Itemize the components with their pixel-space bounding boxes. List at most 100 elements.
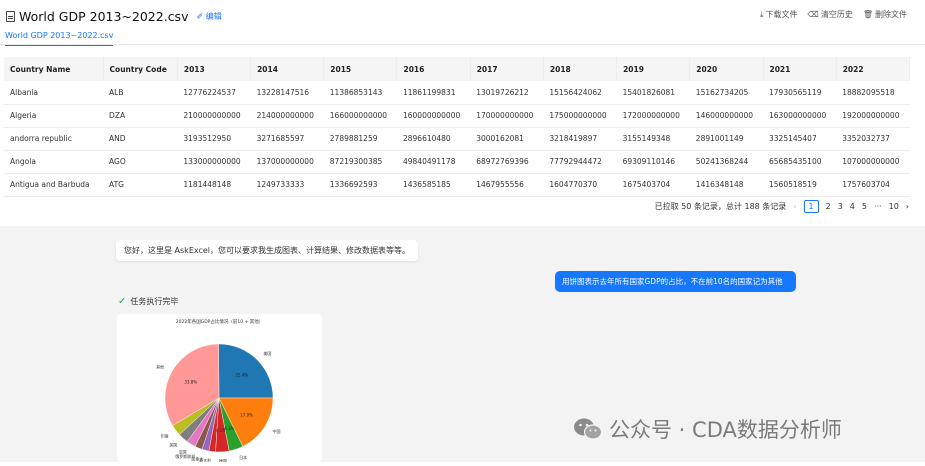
table-cell: 1675403704 (616, 173, 690, 197)
file-title-bar: World GDP 2013~2022.csv ✐ 编辑 (6, 8, 222, 24)
column-header[interactable]: Country Code (103, 57, 178, 81)
download-button[interactable]: ⤓ 下载文件 (760, 9, 798, 20)
table-cell: 15156424062 (543, 81, 617, 105)
column-header[interactable]: 2013 (177, 57, 252, 81)
table-cell: AGO (103, 150, 178, 174)
table-cell: 12776224537 (177, 81, 251, 105)
table-row[interactable]: Angola AGO 133000000000 137000000000 8721930… (4, 150, 910, 174)
table-cell: DZA (103, 104, 178, 128)
user-message: 用饼图表示去年所有国家GDP的占比，不在前10名的国家记为其他 (555, 271, 796, 292)
table-cell: 17930565119 (763, 81, 837, 105)
table-cell: 1467955556 (470, 173, 544, 197)
table-row[interactable]: Antigua and Barbuda ATG 1181448148 12497333… (4, 173, 910, 197)
table-cell: 175000000000 (543, 104, 617, 128)
prev-page-button[interactable]: ‹ (793, 202, 796, 211)
table-cell: 13019726212 (470, 81, 544, 105)
table-cell: 77792944472 (543, 150, 617, 174)
table-cell: ALB (103, 81, 178, 105)
page-ellipsis[interactable]: ··· (874, 202, 882, 211)
data-table: Country Name Country Code 2013 2014 2015 2016… (4, 57, 911, 197)
task-status-label: 任务执行完毕 (130, 297, 179, 306)
slice-percent-label: 25.4% (235, 373, 248, 378)
task-status: ✓ 任务执行完毕 (118, 296, 178, 307)
table-cell: 2789881259 (323, 127, 397, 151)
wechat-icon (574, 418, 603, 440)
slice-label: 日本 (239, 454, 247, 460)
page-5-button[interactable]: 5 (862, 202, 867, 211)
table-cell: 214000000000 (250, 104, 324, 128)
column-header[interactable]: 2015 (323, 57, 398, 81)
table-cell: 2891001149 (689, 127, 763, 151)
column-header[interactable]: 2021 (763, 57, 837, 81)
table-cell: andorra republic (4, 127, 104, 151)
table-cell: ATG (103, 173, 178, 197)
tab-divider (0, 44, 925, 45)
edit-button[interactable]: ✐ 编辑 (196, 11, 221, 22)
file-icon (6, 10, 15, 22)
table-cell: 3000162081 (470, 127, 544, 151)
page-10-button[interactable]: 10 (889, 202, 899, 211)
table-cell: Algeria (4, 104, 104, 128)
table-cell: 87219300385 (323, 150, 397, 174)
watermark: 公众号 · CDA数据分析师 (573, 414, 842, 444)
slice-label: 德国 (219, 457, 227, 462)
download-icon: ⤓ (759, 9, 764, 19)
table-header-row: Country Name Country Code 2013 2014 2015 2016… (4, 57, 911, 81)
column-header[interactable]: 2017 (470, 57, 544, 81)
page-1-button[interactable]: 1 (803, 200, 819, 213)
column-header[interactable]: 2019 (616, 57, 691, 81)
delete-file-button[interactable]: 🗑 删除文件 (863, 9, 907, 20)
table-cell: 146000000000 (689, 104, 763, 128)
table-cell: 1336692593 (323, 173, 397, 197)
chart-card[interactable]: 2022年各国GDP占比情况（前10 + 其他） 美国 25.4% 其他 33.8% 印… (117, 314, 322, 463)
next-page-button[interactable]: › (906, 202, 909, 211)
table-cell: Antigua and Barbuda (4, 173, 104, 197)
column-header[interactable]: Country Name (4, 57, 104, 81)
table-row[interactable]: Algeria DZA 210000000000 214000000000 166000… (4, 104, 910, 128)
table-cell: 2896610480 (396, 127, 471, 151)
file-panel: World GDP 2013~2022.csv ✐ 编辑 ⤓ 下载文件 ⌫ 清空历史… (0, 0, 925, 226)
page-4-button[interactable]: 4 (850, 202, 855, 211)
slice-label: 其他 (156, 364, 164, 370)
table-cell: 107000000000 (836, 150, 910, 174)
column-header[interactable]: 2016 (396, 57, 471, 81)
check-icon: ✓ (118, 296, 127, 307)
pagination-summary: 已拉取 50 条记录，总计 188 条记录 (654, 202, 787, 211)
clear-history-button[interactable]: ⌫ 清空历史 (808, 9, 853, 20)
table-cell: 13228147516 (250, 81, 324, 105)
table-cell: 69309110146 (616, 150, 690, 174)
table-row[interactable]: Albania ALB 12776224537 13228147516 11386853… (4, 81, 910, 105)
slice-percent-label: 4.3% (224, 426, 234, 431)
table-cell: 3155149348 (616, 127, 690, 151)
table-cell: 166000000000 (323, 104, 397, 128)
table-cell: 210000000000 (177, 104, 251, 128)
table-cell: 11861199831 (396, 81, 471, 105)
table-cell: 11386853143 (323, 81, 397, 105)
clear-icon: ⌫ (807, 10, 819, 19)
table-cell: AND (103, 127, 178, 151)
table-cell: Albania (4, 81, 104, 105)
column-header[interactable]: 2022 (836, 57, 911, 81)
table-cell: 133000000000 (177, 150, 251, 174)
table-cell: 1604770370 (543, 173, 617, 197)
table-cell: 192000000000 (836, 104, 910, 128)
page-2-button[interactable]: 2 (826, 202, 831, 211)
table-cell: 3325145407 (763, 127, 837, 151)
table-row[interactable]: andorra republic AND 3193512950 3271685597 2… (4, 127, 910, 151)
table-cell: 3352032737 (836, 127, 910, 151)
table-cell: 170000000000 (470, 104, 544, 128)
slice-label: 中国 (273, 428, 281, 434)
column-header[interactable]: 2018 (543, 57, 618, 81)
slice-label: 英国 (169, 442, 177, 448)
pie-chart: 美国25.4%其他33.8%印度英国法国俄罗斯联邦加拿大意大利 德国4.1%日本4… (156, 343, 281, 463)
column-header[interactable]: 2014 (250, 57, 325, 81)
chat-panel: 您好，这里是 AskExcel，您可以要求我生成图表、计算结果、修改数据表等等。… (0, 226, 925, 463)
table-cell: 49840491178 (396, 150, 471, 174)
slice-percent-label: 33.8% (184, 380, 197, 385)
page-3-button[interactable]: 3 (838, 202, 843, 211)
table-cell: 3193512950 (177, 127, 251, 151)
table-cell: 1249733333 (250, 173, 324, 197)
column-header[interactable]: 2020 (689, 57, 764, 81)
table-cell: Angola (4, 150, 104, 174)
trash-icon: 🗑 (862, 10, 873, 19)
